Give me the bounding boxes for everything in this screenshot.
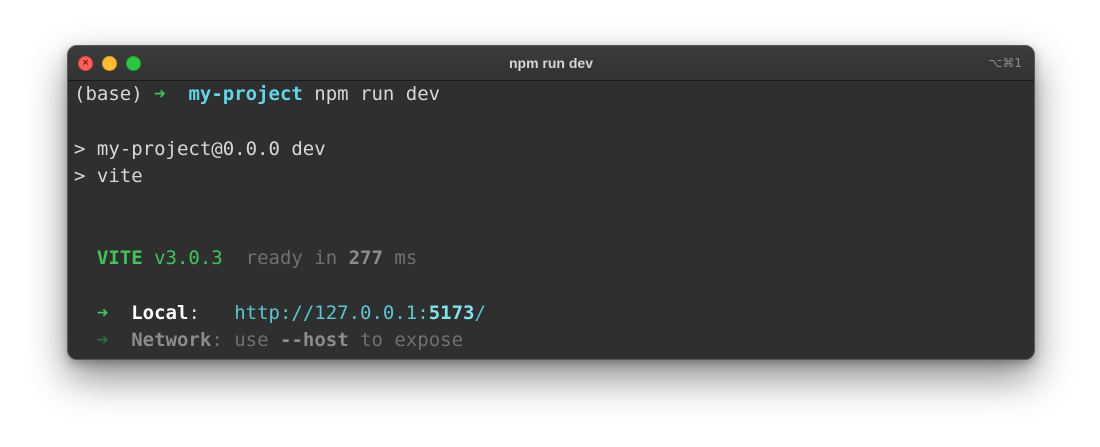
terminal-output[interactable]: (base) ➜ my-project npm run dev > my-pro… [74,81,1028,359]
ready-time: 277 [348,247,383,269]
ready-unit: ms [394,247,418,269]
vite-name: VITE [96,247,143,269]
local-url-prefix: http://127.0.0.1: [234,302,429,324]
window-title: npm run dev [508,55,593,71]
vite-version: v3.0.3 [154,247,223,269]
network-arrow-icon: ➜ [96,329,109,351]
local-url-link[interactable]: http://127.0.0.1:5173/ [234,302,486,324]
command-text: npm run dev [314,83,441,105]
local-label: Local [131,302,189,324]
local-url-line: ➜ Local: http://127.0.0.1:5173/ [74,300,486,327]
local-url-port: 5173 [428,302,475,324]
network-label: Network [131,329,212,351]
network-colon: : [211,329,223,351]
prompt-line: (base) ➜ my-project npm run dev [74,81,440,108]
prompt-env: (base) [74,83,143,105]
window-shortcut: ⌥⌘1 [988,56,1022,70]
terminal-window: × npm run dev ⌥⌘1 (base) ➜ my-project np… [67,45,1035,360]
network-to-expose: to expose [360,329,464,351]
prompt-arrow-icon: ➜ [154,83,166,105]
vite-ready-line: VITE v3.0.3 ready in 277 ms [74,245,417,272]
script-line-2: > vite [74,165,143,187]
network-host-flag: --host [280,329,349,351]
title-bar[interactable]: × npm run dev ⌥⌘1 [68,46,1034,81]
network-use: use [234,329,269,351]
local-url-suffix: / [474,302,486,324]
local-arrow-icon: ➜ [96,302,109,324]
script-line-1: > my-project@0.0.0 dev [74,138,326,160]
ready-prefix: ready in [245,247,338,269]
network-line: ➜ Network: use --host to expose [74,327,463,354]
prompt-directory: my-project [188,83,303,105]
local-colon: : [188,302,200,324]
